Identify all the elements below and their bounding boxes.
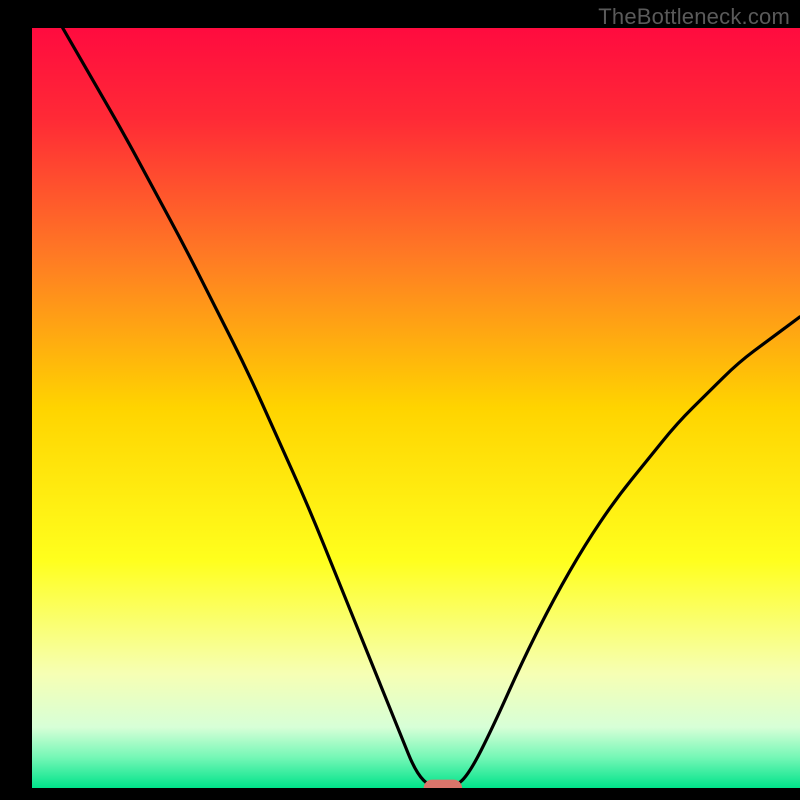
attribution-text: TheBottleneck.com xyxy=(598,4,790,30)
bottleneck-chart xyxy=(0,0,800,800)
gradient-background xyxy=(32,28,800,788)
chart-frame: TheBottleneck.com xyxy=(0,0,800,800)
optimal-marker xyxy=(424,780,462,797)
